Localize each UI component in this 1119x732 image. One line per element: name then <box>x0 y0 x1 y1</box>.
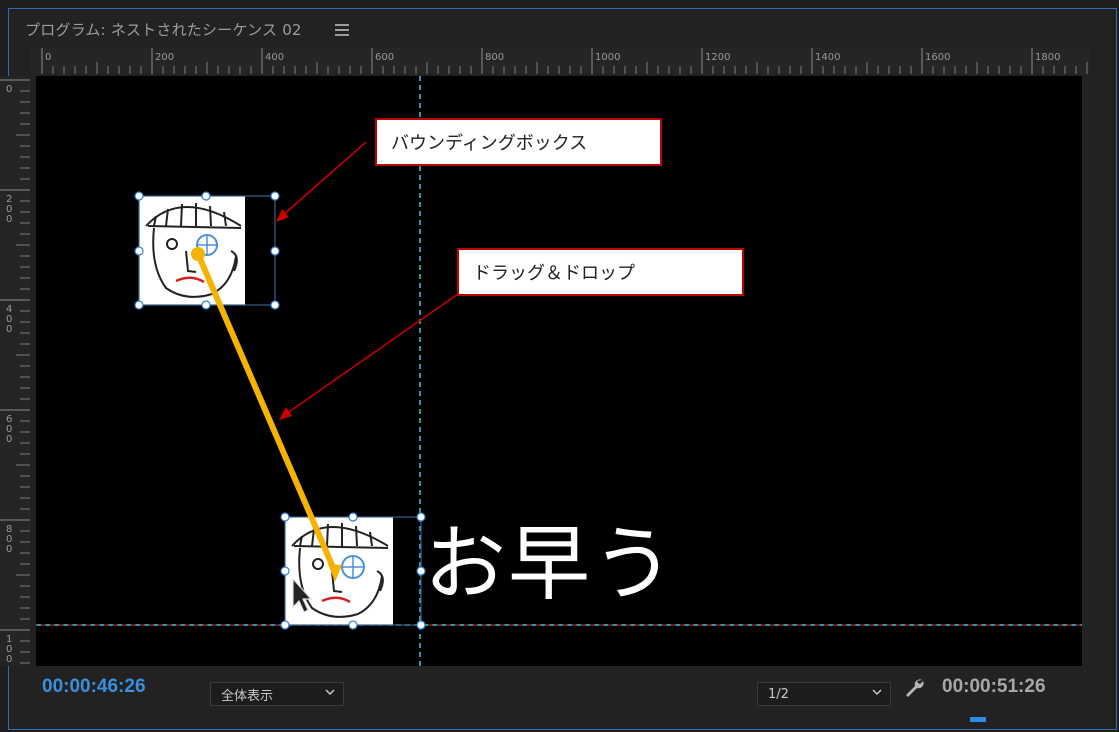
face-image-start[interactable] <box>134 191 280 310</box>
ruler-label: 0 <box>6 544 12 555</box>
ruler-label: 1200 <box>705 52 730 63</box>
current-timecode[interactable]: 00:00:46:26 <box>42 676 146 698</box>
ruler-label: 800 <box>485 52 504 63</box>
ruler-label: 1400 <box>815 52 840 63</box>
playhead-marker[interactable] <box>970 717 986 722</box>
duration-timecode: 00:00:51:26 <box>942 676 1046 697</box>
ruler-label: 0 <box>6 654 12 665</box>
face-image-dropped[interactable] <box>280 512 426 630</box>
ruler-label: 0 <box>45 52 51 63</box>
panel-header: プログラム: ネストされたシーケンス 02 <box>9 9 1116 53</box>
panel-title: プログラム: ネストされたシーケンス 02 <box>25 21 302 39</box>
callout-arrow-bbox <box>281 141 367 217</box>
horizontal-ruler: 0 200 400 600 800 1000 1200 1400 1600 1800 <box>30 48 1090 74</box>
ruler-label: 1600 <box>925 52 950 63</box>
ruler-label: 1800 <box>1035 52 1060 63</box>
vertical-ruler: 0200400600800100 <box>0 76 30 666</box>
zoom-level-value: 全体表示 <box>221 688 274 704</box>
resolution-value: 1/2 <box>768 686 789 702</box>
ruler-label: 0 <box>6 434 12 445</box>
ruler-label: 200 <box>155 52 174 63</box>
chevron-down-icon <box>872 689 882 696</box>
ruler-label: 1000 <box>595 52 620 63</box>
wrench-icon[interactable] <box>902 676 926 700</box>
callout-drag-drop: ドラッグ＆ドロップ <box>457 248 744 296</box>
zoom-level-select[interactable]: 全体表示 <box>210 682 344 706</box>
callout-bounding-box: バウンディングボックス <box>375 118 662 166</box>
drag-path-line <box>195 251 338 575</box>
ruler-label: 0 <box>6 324 12 335</box>
ruler-label: 600 <box>375 52 394 63</box>
ruler-label: 0 <box>6 84 12 95</box>
callout-arrow-drag <box>285 293 459 415</box>
drag-start-point <box>191 247 205 261</box>
chevron-down-icon <box>325 689 335 696</box>
hamburger-menu-icon[interactable] <box>335 21 349 37</box>
ruler-label: 0 <box>6 214 12 225</box>
ruler-label: 400 <box>265 52 284 63</box>
playback-resolution-select[interactable]: 1/2 <box>757 682 891 706</box>
